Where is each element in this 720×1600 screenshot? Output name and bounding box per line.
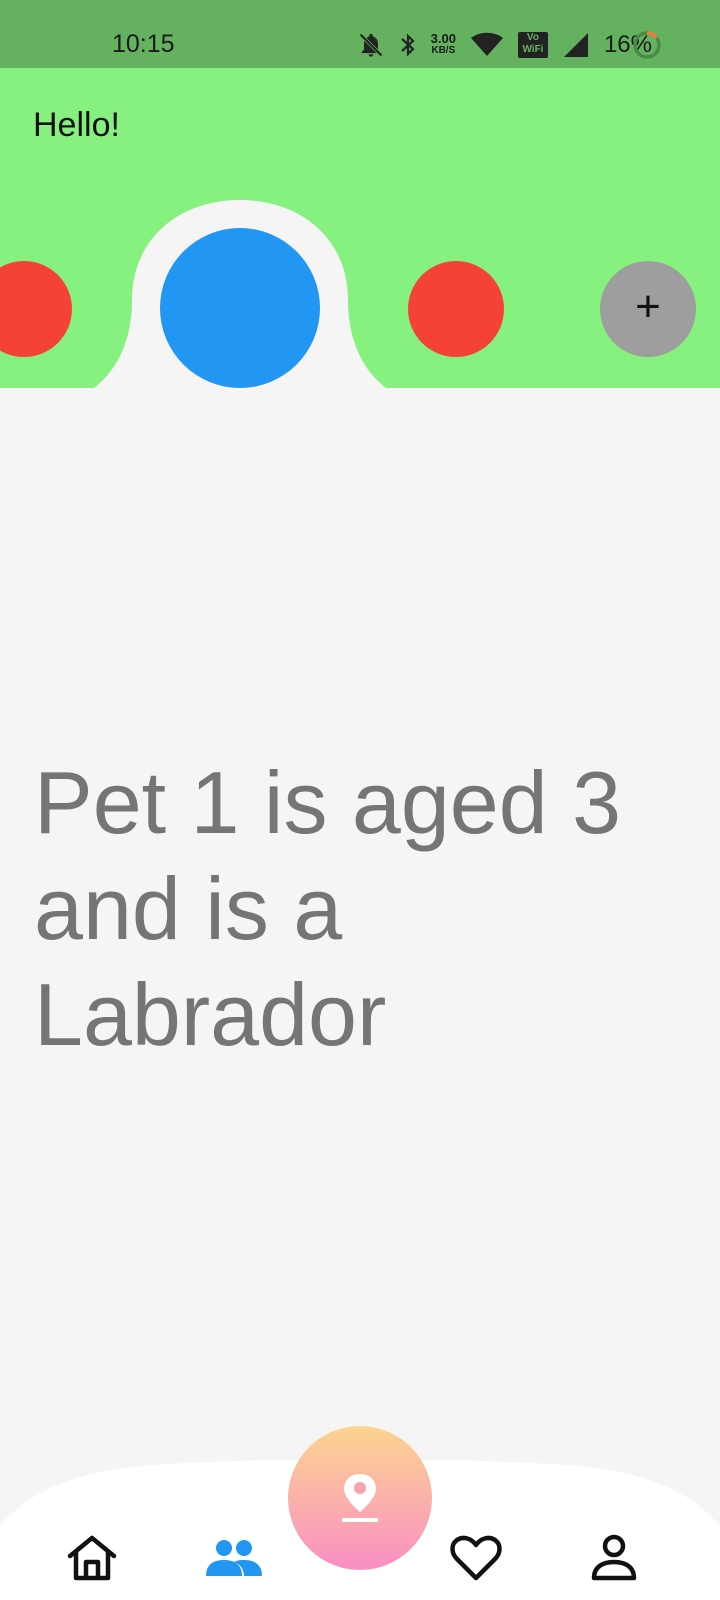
pet-avatar-next[interactable]	[408, 261, 504, 357]
pet-description: Pet 1 is aged 3 and is a Labrador	[34, 753, 622, 1064]
cellular-signal-icon	[563, 33, 588, 57]
battery-ring-icon	[633, 31, 661, 59]
location-pin-icon	[342, 1474, 378, 1522]
bottom-navigation	[0, 1426, 720, 1600]
bluetooth-icon	[400, 33, 415, 57]
heart-icon	[450, 1535, 502, 1581]
nav-favorites[interactable]	[446, 1528, 506, 1588]
wifi-icon	[470, 32, 503, 56]
network-speed-unit: KB/S	[431, 45, 456, 56]
nav-profile[interactable]	[584, 1528, 644, 1588]
status-time: 10:15	[112, 30, 175, 58]
status-bar: 10:15 3.00 KB/S Vo WiFi 16%	[0, 0, 720, 68]
nav-pets[interactable]	[204, 1528, 264, 1588]
person-icon	[591, 1534, 637, 1581]
network-speed-value: 3.00	[430, 31, 456, 46]
network-speed: 3.00 KB/S	[430, 31, 456, 57]
vowifi-badge: Vo WiFi	[517, 32, 548, 58]
vowifi-badge-bottom: WiFi	[522, 44, 544, 55]
pet-avatar-selected[interactable]	[160, 228, 320, 388]
home-icon	[67, 1535, 117, 1581]
location-fab[interactable]	[288, 1426, 432, 1570]
add-pet-button[interactable]: +	[600, 261, 696, 357]
nav-home[interactable]	[62, 1528, 122, 1588]
people-icon	[206, 1540, 262, 1576]
vowifi-badge-top: Vo	[526, 32, 539, 43]
header: Hello! +	[0, 68, 720, 388]
status-icons: 3.00 KB/S Vo WiFi 16%	[357, 28, 652, 62]
plus-icon: +	[635, 282, 661, 331]
notifications-off-icon	[358, 33, 383, 57]
